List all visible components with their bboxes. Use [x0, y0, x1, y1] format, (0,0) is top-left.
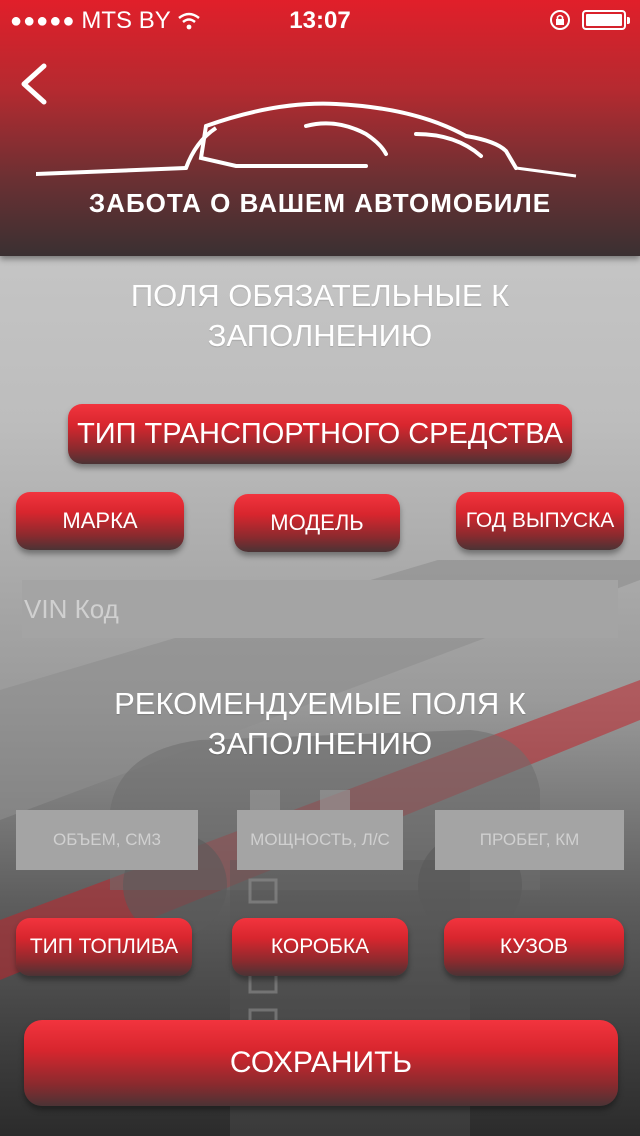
engine-volume-input[interactable]	[16, 810, 198, 870]
vehicle-type-button[interactable]: ТИП ТРАНСПОРТНОГО СРЕДСТВА	[68, 404, 572, 464]
logo-text: ЗАБОТА О ВАШЕМ АВТОМОБИЛЕ	[88, 188, 552, 218]
year-button[interactable]: ГОД ВЫПУСКА	[456, 492, 624, 550]
battery-icon	[582, 10, 630, 30]
rotation-lock-icon	[550, 10, 570, 30]
status-bar: ●●●●● MTS BY 13:07	[0, 0, 640, 40]
required-fields-title: ПОЛЯ ОБЯЗАТЕЛЬНЫЕ К ЗАПОЛНЕНИЮ	[130, 278, 510, 353]
save-button[interactable]: СОХРАНИТЬ	[24, 1020, 618, 1106]
engine-power-input[interactable]	[237, 810, 403, 870]
recommended-fields-title: РЕКОМЕНДУЕМЫЕ ПОЛЯ К ЗАПОЛНЕНИЮ	[114, 686, 526, 761]
status-right-icons	[548, 8, 630, 32]
mileage-input[interactable]	[435, 810, 624, 870]
fuel-type-button[interactable]: ТИП ТОПЛИВА	[16, 918, 192, 976]
car-logo-icon	[36, 101, 577, 178]
make-button[interactable]: МАРКА	[16, 492, 184, 550]
gearbox-button[interactable]: КОРОБКА	[232, 918, 408, 976]
vin-input[interactable]	[22, 580, 618, 638]
status-time: 13:07	[289, 7, 351, 34]
model-button[interactable]: МОДЕЛЬ	[234, 494, 400, 552]
body-type-button[interactable]: КУЗОВ	[444, 918, 624, 976]
